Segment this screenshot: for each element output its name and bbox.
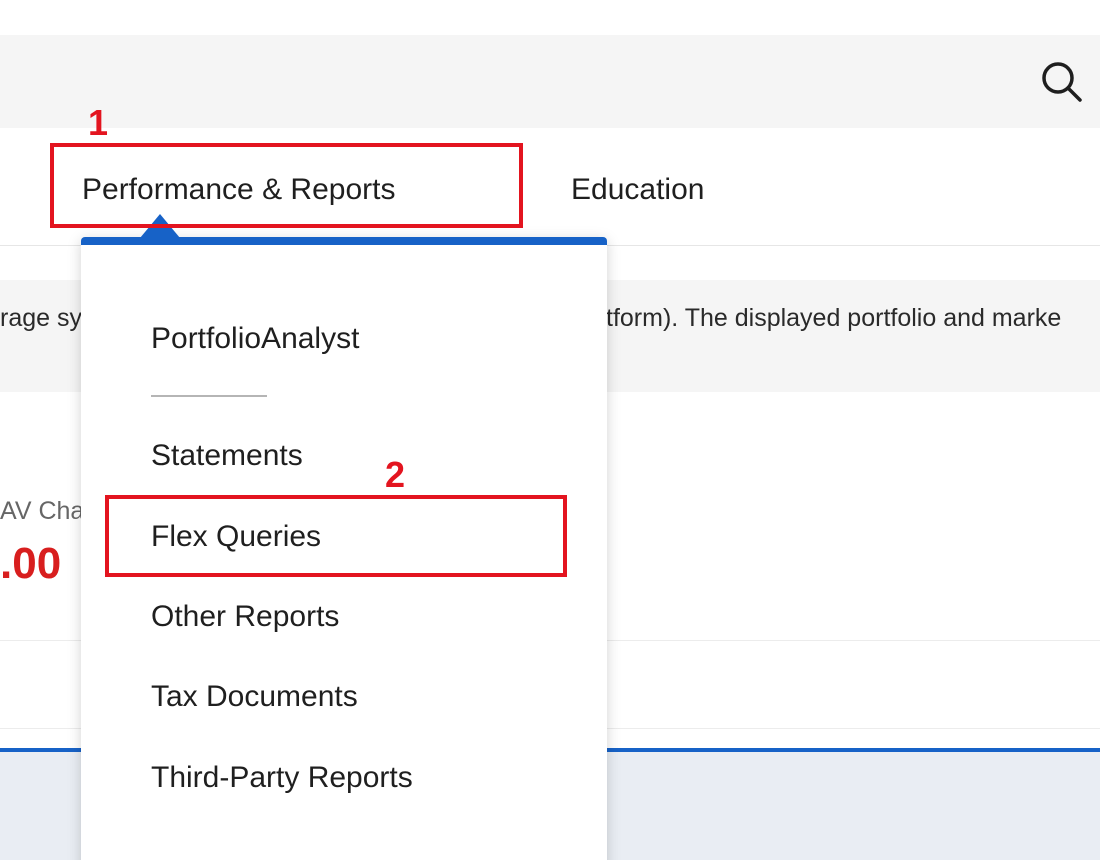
nav-education[interactable]: Education: [571, 170, 704, 210]
annotation-step-1: 1: [88, 102, 109, 143]
menu-separator: [151, 395, 267, 397]
annotation-step-2: 2: [385, 454, 406, 495]
menu-item-other-reports[interactable]: Other Reports: [151, 597, 339, 637]
notice-text-right: tform). The displayed portfolio and mark…: [606, 304, 1062, 332]
nav-change-value: .00: [0, 539, 62, 588]
search-bar: [0, 35, 1100, 128]
menu-item-tax-documents[interactable]: Tax Documents: [151, 677, 358, 717]
menu-item-portfolioanalyst[interactable]: PortfolioAnalyst: [151, 319, 359, 359]
search-icon[interactable]: [1038, 58, 1086, 106]
menu-item-third-party-reports[interactable]: Third-Party Reports: [151, 758, 413, 798]
menu-item-statements[interactable]: Statements: [151, 436, 303, 476]
notice-text-left: rage sy: [0, 304, 82, 332]
annotation-box-step-2: [105, 495, 567, 577]
nav-change-label: AV Cha: [0, 497, 85, 525]
annotation-box-step-1: [50, 143, 523, 228]
